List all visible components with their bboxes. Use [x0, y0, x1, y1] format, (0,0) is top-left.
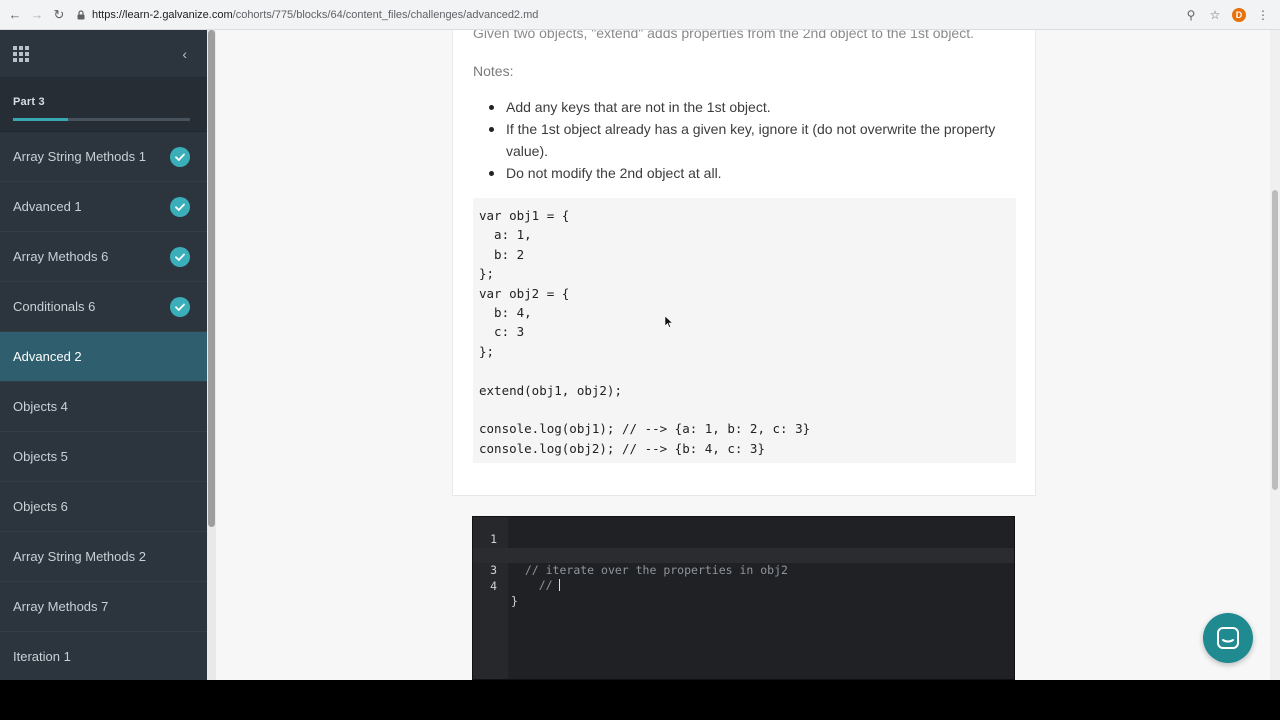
- sidebar-item-label: Array String Methods 1: [13, 149, 146, 164]
- line-number: 4: [490, 578, 497, 593]
- list-item: If the 1st object already has a given ke…: [485, 118, 1025, 162]
- main-content: Given two objects, "extend" adds propert…: [216, 30, 1270, 680]
- checkmark-icon: [170, 296, 190, 317]
- profile-badge: D: [1232, 7, 1246, 22]
- sidebar-item[interactable]: Array Methods 7: [0, 582, 207, 632]
- code-comment: //: [538, 578, 560, 592]
- sidebar-item-label: Advanced 1: [13, 199, 82, 214]
- challenge-description: Given two objects, "extend" adds propert…: [473, 30, 974, 41]
- sidebar-item-label: Objects 5: [13, 449, 68, 464]
- notes-heading: Notes:: [473, 63, 514, 79]
- example-code-block: var obj1 = { a: 1, b: 2 }; var obj2 = { …: [473, 198, 1016, 463]
- checkmark-icon: [170, 246, 190, 267]
- progress-fill: [13, 118, 68, 121]
- browser-toolbar: ← → ↻ https://learn-2.galvanize.com/coho…: [0, 0, 1280, 30]
- sidebar-header: ‹: [0, 30, 207, 78]
- sidebar-item[interactable]: Array String Methods 2: [0, 532, 207, 582]
- sidebar-item-label: Array Methods 6: [13, 249, 109, 264]
- back-arrow-icon[interactable]: ←: [4, 4, 26, 26]
- notes-list: Add any keys that are not in the 1st obj…: [485, 96, 1025, 184]
- sidebar-item-label: Objects 6: [13, 499, 68, 514]
- lock-icon: [77, 9, 85, 19]
- list-item: Add any keys that are not in the 1st obj…: [485, 96, 1025, 118]
- challenge-card: Given two objects, "extend" adds propert…: [452, 30, 1036, 496]
- checkmark-icon: [170, 196, 190, 217]
- zoom-icon[interactable]: ⚲: [1182, 6, 1200, 24]
- sidebar-item[interactable]: Array String Methods 1: [0, 132, 207, 182]
- chevron-left-icon[interactable]: ‹: [182, 46, 187, 62]
- part-title: Part 3: [13, 96, 45, 108]
- mouse-pointer-icon: [665, 316, 673, 328]
- sidebar-scroll-thumb[interactable]: [208, 30, 215, 527]
- sidebar-item[interactable]: Objects 5: [0, 432, 207, 482]
- editor-line[interactable]: 4 }: [473, 564, 1014, 608]
- page-scrollbar[interactable]: [1270, 30, 1280, 680]
- code-text: }: [511, 593, 518, 608]
- url-path: /cohorts/775/blocks/64/content_files/cha…: [232, 8, 539, 21]
- sidebar-item-label: Objects 4: [13, 399, 68, 414]
- sidebar-item[interactable]: Advanced 1: [0, 182, 207, 232]
- letterbox-bar: [0, 680, 1280, 720]
- reload-icon[interactable]: ↻: [48, 4, 70, 26]
- editor-line[interactable]: 2 // iterate over the properties in obj2: [473, 533, 1014, 577]
- text-caret: [559, 579, 561, 591]
- star-icon[interactable]: ☆: [1206, 6, 1224, 24]
- sidebar-item-label: Iteration 1: [13, 649, 71, 664]
- progress-bar: [13, 118, 190, 121]
- editor-line[interactable]: 1 function extend(obj1, obj2) {: [473, 517, 1014, 561]
- sidebar-item[interactable]: Array Methods 6: [0, 232, 207, 282]
- sidebar-item[interactable]: Objects 4: [0, 382, 207, 432]
- code-editor[interactable]: 1 function extend(obj1, obj2) { 2 // ite…: [472, 516, 1015, 680]
- chat-icon: [1217, 627, 1239, 649]
- sidebar-scrollbar[interactable]: [207, 30, 216, 680]
- page-scroll-thumb[interactable]: [1272, 190, 1278, 490]
- sidebar-item[interactable]: Iteration 1: [0, 632, 207, 680]
- example-code: var obj1 = { a: 1, b: 2 }; var obj2 = { …: [479, 208, 811, 456]
- url-host: https://learn-2.galvanize.com: [92, 8, 233, 21]
- sidebar-nav: Array String Methods 1 Advanced 1 Array Me…: [0, 132, 207, 680]
- sidebar-item[interactable]: Advanced 2: [0, 332, 207, 382]
- sidebar-item[interactable]: Objects 6: [0, 482, 207, 532]
- sidebar-item-label: Array String Methods 2: [13, 549, 146, 564]
- sidebar: ‹ Part 3 Array String Methods 1 Advanced …: [0, 30, 207, 680]
- url-text: https://learn-2.galvanize.com/cohorts/77…: [92, 9, 538, 21]
- list-item: Do not modify the 2nd object at all.: [485, 162, 1025, 184]
- chat-button[interactable]: [1203, 613, 1253, 663]
- sidebar-item-label: Conditionals 6: [13, 299, 96, 314]
- menu-icon[interactable]: ⋮: [1254, 6, 1272, 24]
- editor-line-active[interactable]: 3 //: [473, 548, 1014, 592]
- address-bar[interactable]: https://learn-2.galvanize.com/cohorts/77…: [76, 4, 1176, 26]
- apps-grid-icon[interactable]: [13, 45, 29, 62]
- forward-arrow-icon[interactable]: →: [26, 4, 48, 26]
- sidebar-item[interactable]: Conditionals 6: [0, 282, 207, 332]
- checkmark-icon: [170, 146, 190, 167]
- sidebar-item-label: Array Methods 7: [13, 599, 109, 614]
- sidebar-item-label: Advanced 2: [13, 349, 82, 364]
- part-section: Part 3: [0, 78, 207, 132]
- extension-icon[interactable]: D: [1230, 6, 1248, 24]
